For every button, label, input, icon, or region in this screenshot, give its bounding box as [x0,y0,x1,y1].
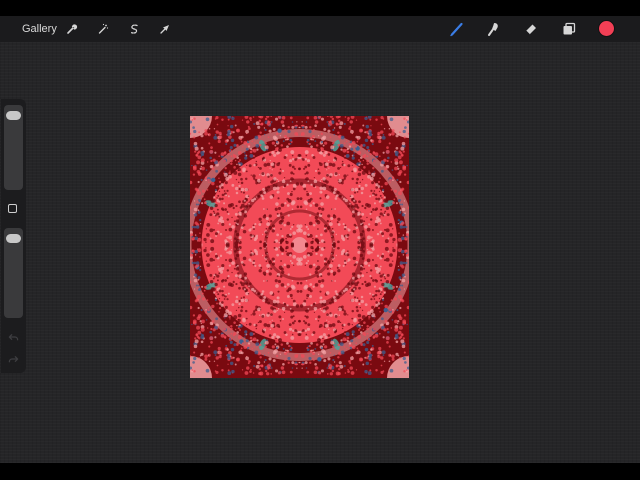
layers-icon [563,22,576,35]
brush-size-thumb[interactable] [6,110,21,120]
color-picker-button[interactable] [599,21,614,36]
gallery-button[interactable]: Gallery [14,20,65,38]
modify-button[interactable] [8,204,17,213]
redo-arrow-icon [8,355,18,362]
wrench-icon [67,24,78,34]
undo-button[interactable] [6,330,20,344]
magic-wand-icon [98,23,109,34]
sidebar [1,99,26,373]
eraser-icon [525,24,536,35]
redo-button[interactable] [6,352,20,366]
actions-button[interactable] [64,21,80,37]
letterbox-top [0,0,640,16]
layers-button[interactable] [560,20,578,38]
selection-button[interactable] [126,21,142,37]
opacity-slider[interactable] [4,228,23,318]
arrow-cursor-icon [160,25,169,34]
kaleidoscope-artwork [190,116,409,378]
letterbox-bottom [0,463,640,480]
brush-icon [450,22,463,37]
smudge-button[interactable] [485,20,503,38]
brush-button[interactable] [448,20,466,38]
transform-button[interactable] [157,21,173,37]
eraser-button[interactable] [522,20,540,38]
undo-arrow-icon [8,333,18,340]
adjustments-button[interactable] [95,21,111,37]
selection-s-icon [130,24,138,34]
brush-size-slider[interactable] [4,105,23,190]
drawing-canvas[interactable] [190,116,409,378]
smudge-finger-icon [488,23,498,36]
procreate-app: Gallery [0,0,640,480]
top-toolbar: Gallery [0,16,640,42]
opacity-thumb[interactable] [6,233,21,243]
